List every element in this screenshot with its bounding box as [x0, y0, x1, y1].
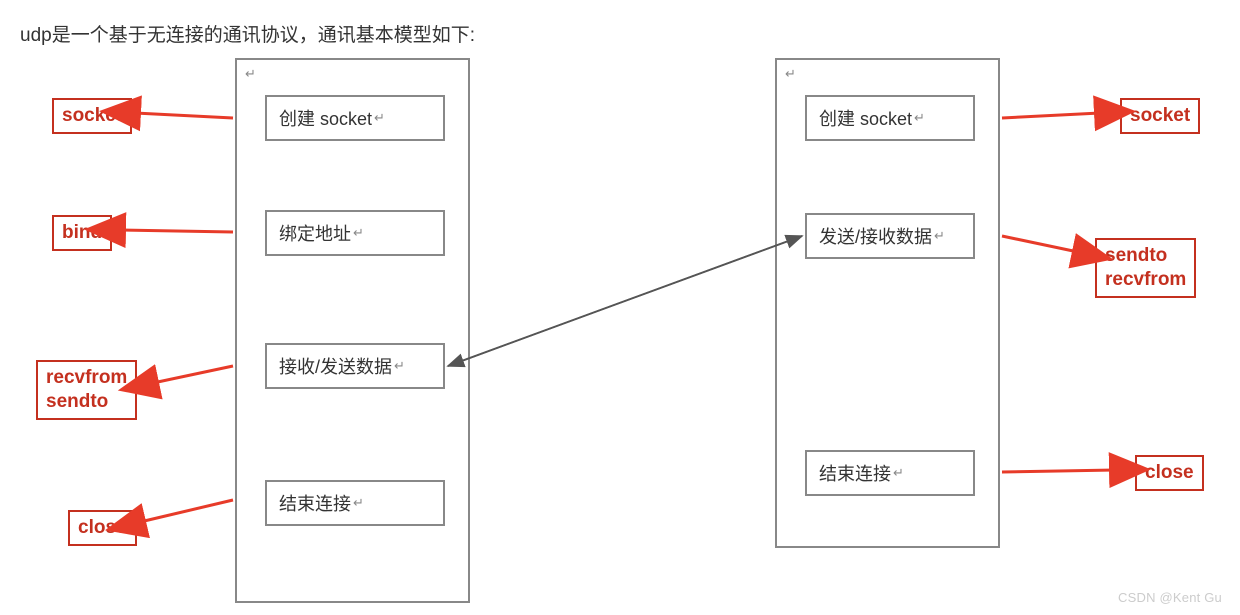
- intro-text: udp是一个基于无连接的通讯协议，通讯基本模型如下:: [20, 20, 475, 47]
- arrow-left-recvfrom: [153, 366, 233, 383]
- arrow-right-socket: [1002, 113, 1100, 118]
- right-step-create-socket: 创建 socket↵: [805, 95, 975, 141]
- step-label: 接收/发送数据: [279, 353, 392, 379]
- right-step-close: 结束连接↵: [805, 450, 975, 496]
- return-mark: ↵: [785, 66, 796, 82]
- arrow-left-socket: [135, 113, 233, 118]
- left-step-close: 结束连接↵: [265, 480, 445, 526]
- left-label-bind: bind: [52, 215, 112, 251]
- left-label-socket: socket: [52, 98, 132, 134]
- arrow-left-bind: [120, 230, 233, 232]
- left-label-recvfrom-sendto: recvfrom sendto: [36, 360, 137, 420]
- right-label-socket: socket: [1120, 98, 1200, 134]
- step-label: 结束连接: [279, 490, 351, 516]
- left-step-bind: 绑定地址↵: [265, 210, 445, 256]
- arrow-overlay: [0, 0, 1240, 615]
- right-label-sendto-recvfrom: sendto recvfrom: [1095, 238, 1196, 298]
- return-mark: ↵: [934, 228, 945, 244]
- return-mark: ↵: [353, 225, 364, 241]
- connector-arrow-ltr: [448, 236, 802, 366]
- arrow-right-close: [1002, 470, 1115, 472]
- step-label: 创建 socket: [279, 105, 372, 131]
- step-label: 绑定地址: [279, 220, 351, 246]
- left-label-close: close: [68, 510, 137, 546]
- watermark: CSDN @Kent Gu: [1118, 590, 1222, 605]
- left-step-create-socket: 创建 socket↵: [265, 95, 445, 141]
- left-step-recv-send: 接收/发送数据↵: [265, 343, 445, 389]
- step-label: 结束连接: [819, 460, 891, 486]
- right-step-send-recv: 发送/接收数据↵: [805, 213, 975, 259]
- return-mark: ↵: [374, 110, 385, 126]
- arrow-left-close: [140, 500, 233, 522]
- return-mark: ↵: [914, 110, 925, 126]
- return-mark: ↵: [893, 465, 904, 481]
- connector-arrow-rtl: [448, 236, 802, 366]
- step-label: 发送/接收数据: [819, 223, 932, 249]
- right-label-close: close: [1135, 455, 1204, 491]
- step-label: 创建 socket: [819, 105, 912, 131]
- return-mark: ↵: [394, 358, 405, 374]
- return-mark: ↵: [353, 495, 364, 511]
- arrow-right-sendto: [1002, 236, 1078, 252]
- return-mark: ↵: [245, 66, 256, 82]
